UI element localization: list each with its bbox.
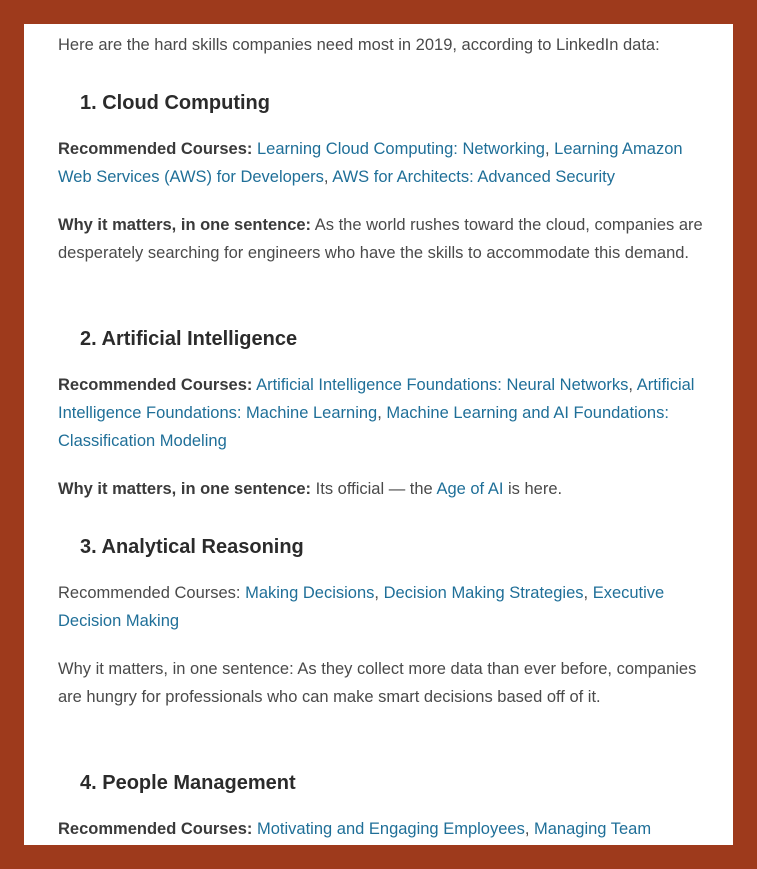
courses-label: Recommended Courses: <box>58 376 253 394</box>
why-it-matters: Why it matters, in one sentence: Its off… <box>58 475 708 503</box>
course-link[interactable]: Decision Making Strategies <box>384 584 584 602</box>
section-heading: 1. Cloud Computing <box>80 92 270 114</box>
course-link[interactable]: Managing Team <box>534 820 651 838</box>
why-label: Why it matters, in one sentence: <box>58 216 312 234</box>
age-of-ai-link[interactable]: Age of AI <box>436 480 503 498</box>
course-link[interactable]: Artificial Intelligence Foundations: Neu… <box>256 376 628 394</box>
section-cloud-computing: 1. Cloud Computing Recommended Courses: … <box>58 90 708 267</box>
course-link[interactable]: Making Decisions <box>245 584 374 602</box>
why-it-matters: Why it matters, in one sentence: As the … <box>58 211 708 267</box>
courses-label: Recommended Courses: <box>58 140 253 158</box>
course-link[interactable]: Motivating and Engaging Employees <box>257 820 525 838</box>
intro-text: Here are the hard skills companies need … <box>58 36 660 54</box>
recommended-courses: Recommended Courses: Making Decisions, D… <box>58 584 665 630</box>
article-page: Here are the hard skills companies need … <box>24 24 733 845</box>
section-people-management: 4. People Management Recommended Courses… <box>58 770 708 843</box>
section-heading: 3. Analytical Reasoning <box>80 536 304 558</box>
section-heading: 2. Artificial Intelligence <box>80 328 298 350</box>
recommended-courses: Recommended Courses: Artificial Intellig… <box>58 376 695 450</box>
courses-label: Recommended Courses: <box>58 584 241 602</box>
why-text-after: is here. <box>508 480 563 498</box>
why-label: Why it matters, in one sentence: <box>58 480 312 498</box>
course-link[interactable]: Learning Cloud Computing: Networking <box>257 140 545 158</box>
section-heading: 4. People Management <box>80 772 296 794</box>
section-analytical-reasoning: 3. Analytical Reasoning Recommended Cour… <box>58 534 708 711</box>
why-it-matters: Why it matters, in one sentence: As they… <box>58 655 708 711</box>
why-label: Why it matters, in one sentence: <box>58 660 294 678</box>
course-link[interactable]: AWS for Architects: Advanced Security <box>332 168 615 186</box>
recommended-courses: Recommended Courses: Learning Cloud Comp… <box>58 140 683 186</box>
section-artificial-intelligence: 2. Artificial Intelligence Recommended C… <box>58 326 708 503</box>
courses-label: Recommended Courses: <box>58 820 253 838</box>
why-text-before: Its official — the <box>315 480 433 498</box>
recommended-courses: Recommended Courses: Motivating and Enga… <box>58 820 652 838</box>
